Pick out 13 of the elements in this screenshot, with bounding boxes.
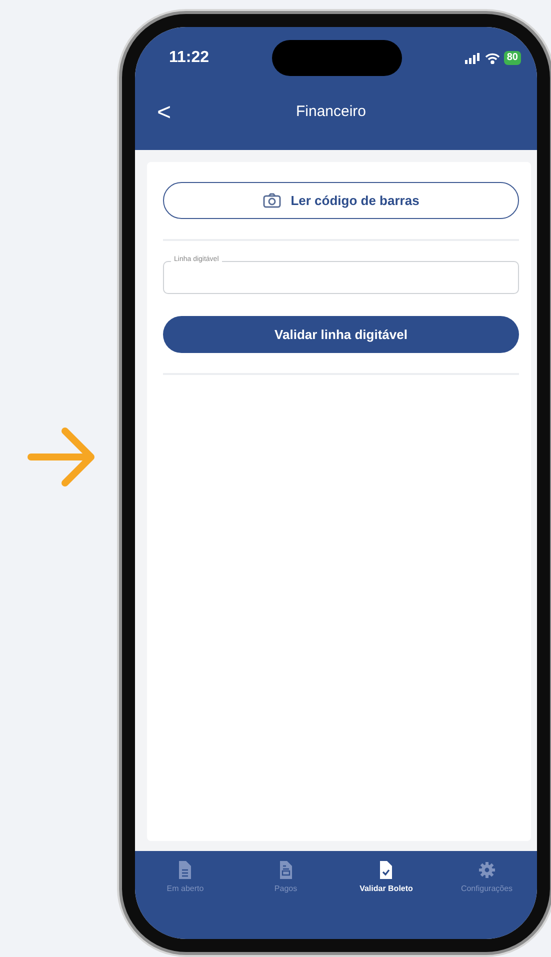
wifi-icon — [484, 52, 500, 64]
receipt-icon — [278, 861, 294, 879]
status-time: 11:22 — [169, 48, 210, 68]
document-icon — [177, 861, 194, 879]
battery-level: 80 — [504, 51, 521, 65]
camera-icon — [262, 193, 281, 208]
scan-barcode-button[interactable]: Ler código de barras — [163, 182, 519, 219]
back-button[interactable]: < — [157, 100, 172, 124]
check-icon — [378, 861, 394, 879]
tab[interactable]: Validar Boleto — [336, 861, 436, 901]
signal-icon — [464, 52, 481, 64]
page-title: Financeiro — [294, 102, 368, 122]
validate-button[interactable]: Validar linha digitável — [163, 316, 519, 353]
